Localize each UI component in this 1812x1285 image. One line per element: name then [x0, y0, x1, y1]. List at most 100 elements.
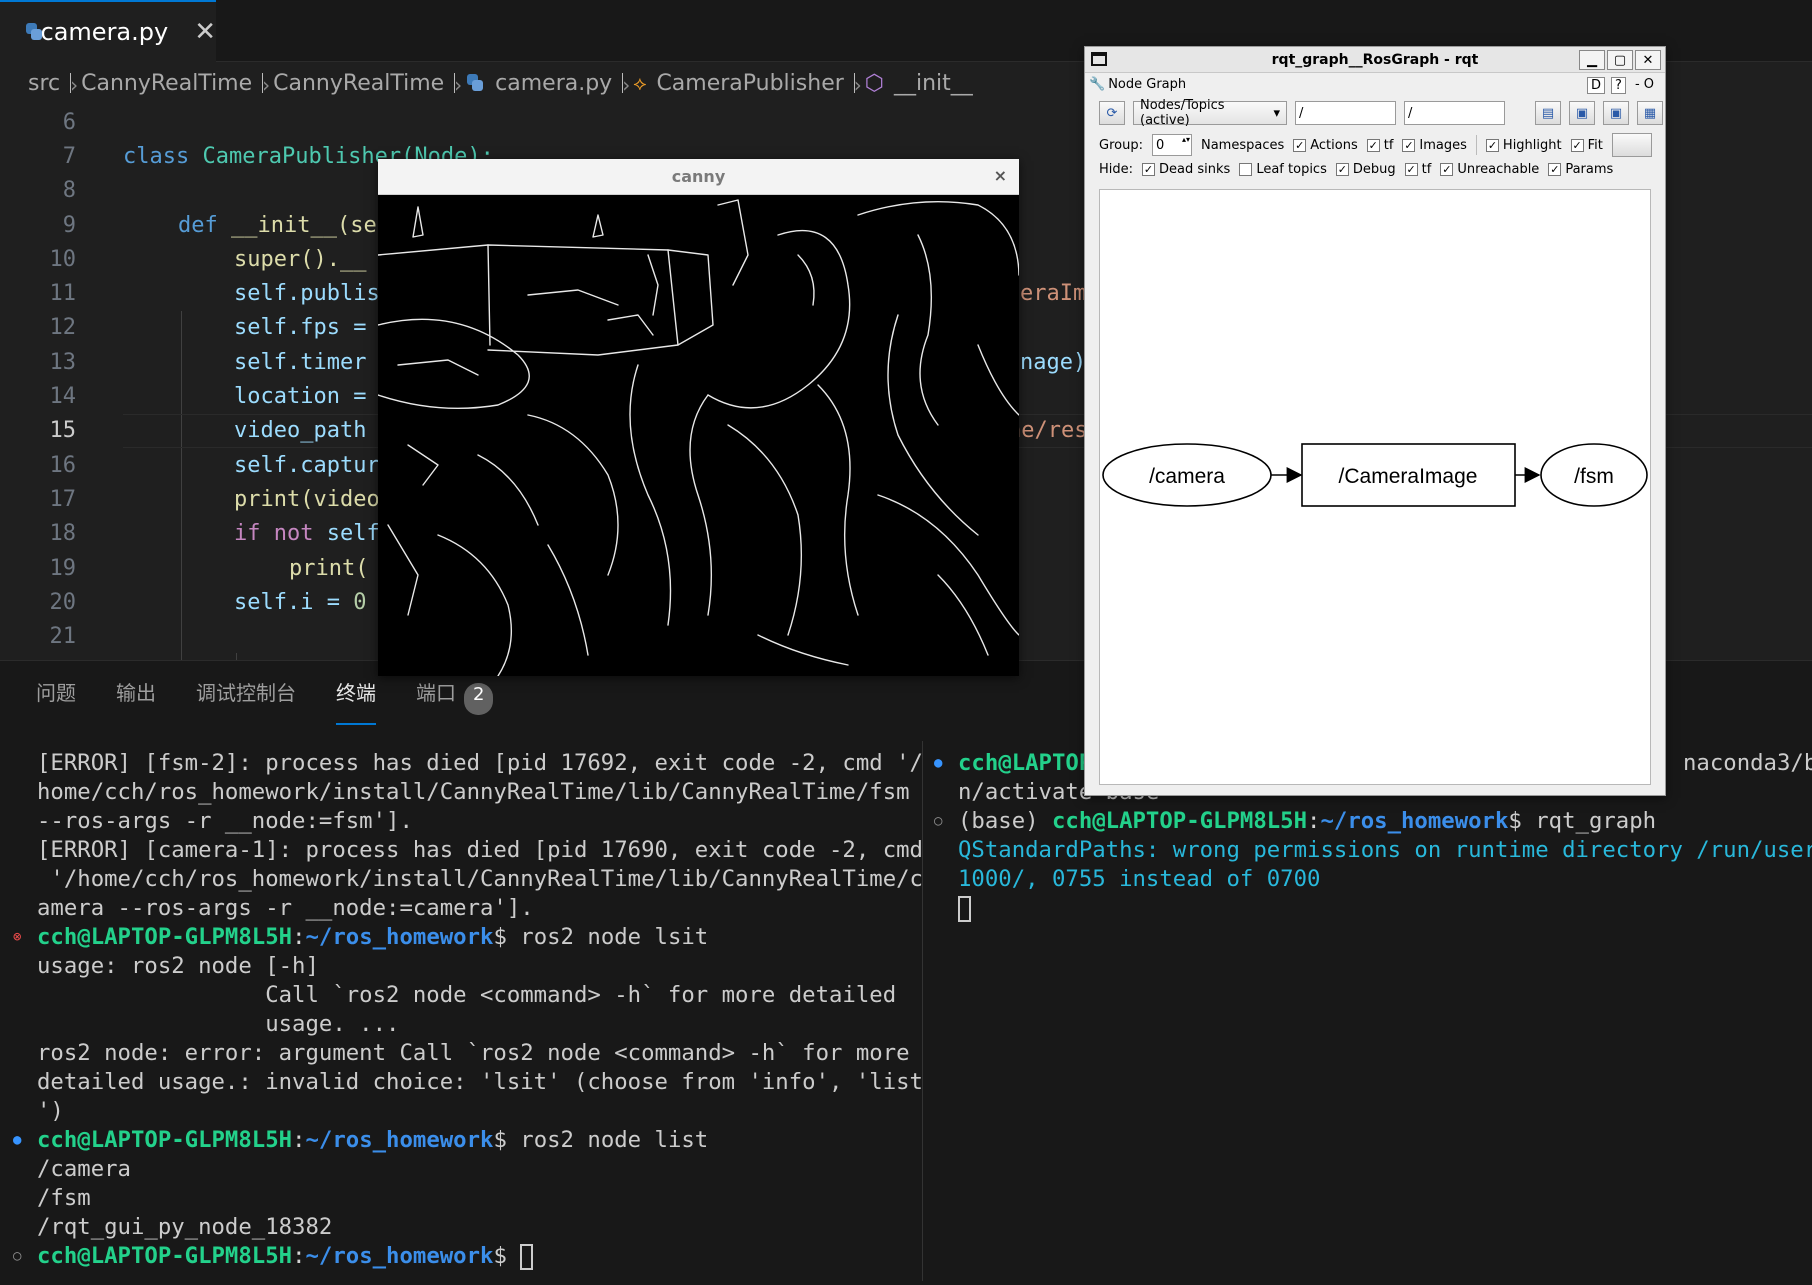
minimize-icon[interactable]: ▁	[1579, 50, 1605, 70]
terminal-line	[958, 894, 1812, 923]
terminal-line: '/home/cch/ros_homework/install/CannyRea…	[37, 866, 923, 892]
tab-label: camera.py	[40, 18, 169, 46]
close-icon[interactable]: ✕	[1635, 50, 1661, 70]
breadcrumb-item[interactable]: camera.py	[495, 71, 612, 96]
terminal-line: /camera	[37, 1156, 131, 1182]
tf-hide-checkbox[interactable]: ✓ tf	[1404, 162, 1431, 177]
terminal-line: ○ cch@LAPTOP-GLPM8L5H:~/ros_homework$	[13, 1242, 917, 1271]
method-symbol-icon: ⬡	[864, 70, 884, 96]
line-number: 6	[62, 109, 76, 135]
terminal-line: ● cch@LAPTOP-GLPM8L5H:~/ros_homework$ ros…	[13, 1127, 709, 1153]
save-dot-icon[interactable]: ▣	[1569, 101, 1595, 125]
graph-node-fsm[interactable]: /fsm	[1540, 443, 1648, 507]
line-number: 16	[49, 452, 77, 478]
graph-topic-cameraimage[interactable]: /CameraImage	[1301, 443, 1516, 507]
breadcrumb-item[interactable]: src	[28, 71, 60, 96]
tab-problems[interactable]: 问题	[36, 677, 76, 725]
dead-sinks-checkbox[interactable]: ✓ Dead sinks	[1142, 162, 1230, 177]
terminal-left[interactable]: [ERROR] [fsm-2]: process has died [pid 1…	[13, 749, 923, 1271]
plugin-header-buttons: D ? - O	[1587, 77, 1657, 94]
terminal-line: Call `ros2 node <command> -h` for more d…	[37, 982, 897, 1008]
tab-ports[interactable]: 端口 2	[416, 677, 494, 725]
line-number: 14	[49, 384, 77, 410]
breadcrumb-item[interactable]: CameraPublisher	[656, 71, 843, 96]
line-number: 11	[49, 281, 77, 307]
terminal-line: ⊗ cch@LAPTOP-GLPM8L5H:~/ros_homework$ ros…	[13, 924, 709, 950]
terminal-line: --ros-args -r __node:=fsm'].	[37, 808, 413, 834]
save-image-icon[interactable]: ▦	[1637, 101, 1663, 125]
graph-canvas[interactable]: /camera /CameraImage /fsm	[1099, 189, 1651, 785]
images-checkbox[interactable]: ✓ Images	[1402, 138, 1467, 153]
line-number: 12	[49, 315, 77, 341]
fit-checkbox[interactable]: ✓ Fit	[1570, 138, 1603, 153]
panel-tabs: 问题 输出 调试控制台 终端 端口 2	[36, 677, 494, 725]
terminal-line: home/cch/ros_homework/install/CannyRealT…	[37, 779, 910, 805]
node-label: /camera	[1149, 465, 1225, 488]
topic-filter-input[interactable]: /	[1404, 101, 1505, 125]
graph-node-camera[interactable]: /camera	[1102, 443, 1272, 507]
tab-terminal[interactable]: 终端	[336, 677, 376, 725]
node-filter-input[interactable]: /	[1295, 101, 1396, 125]
terminal-line: ros2 node: error: argument Call `ros2 no…	[37, 1040, 910, 1066]
plugin-header: 🔧 Node Graph	[1089, 77, 1186, 92]
terminal-line: ○ (base) cch@LAPTOP-GLPM8L5H:~/ros_homewo…	[934, 808, 1657, 834]
toolbar-separator	[1475, 135, 1477, 155]
maximize-icon[interactable]: ▢	[1607, 50, 1633, 70]
params-checkbox[interactable]: ✓ Params	[1548, 162, 1613, 177]
graph-type-select[interactable]: Nodes/Topics (active) ▾	[1133, 98, 1287, 128]
line-number: 17	[49, 486, 77, 512]
code-line: self.captur	[234, 452, 380, 478]
load-dot-icon[interactable]: ▤	[1535, 101, 1561, 125]
window-menu-icon[interactable]	[1091, 52, 1107, 66]
leaf-topics-checkbox[interactable]: Leaf topics	[1239, 162, 1327, 177]
line-number: 19	[49, 555, 77, 581]
actions-checkbox[interactable]: ✓ Actions	[1293, 138, 1358, 153]
topic-label: /CameraImage	[1339, 465, 1478, 488]
canny-window[interactable]: canny ×	[378, 159, 1019, 676]
terminal-warning: 1000/, 0755 instead of 0700	[958, 866, 1321, 892]
close-tab-icon[interactable]: ✕	[194, 17, 216, 47]
fit-view-button[interactable]	[1611, 133, 1652, 157]
refresh-icon[interactable]: ⟳	[1099, 101, 1125, 125]
terminal-line: detailed usage.: invalid choice: 'lsit' …	[37, 1069, 923, 1095]
breadcrumb-item[interactable]: CannyRealTime	[81, 71, 252, 96]
line-number: 7	[62, 143, 76, 169]
code-line: self.timer	[234, 349, 367, 375]
ports-count-badge: 2	[464, 683, 494, 715]
chevron-right-icon: ›	[70, 73, 79, 97]
unreachable-checkbox[interactable]: ✓ Unreachable	[1440, 162, 1539, 177]
rqt-titlebar[interactable]: rqt_graph__RosGraph - rqt ▁ ▢ ✕	[1085, 47, 1665, 73]
help-icon[interactable]: ?	[1611, 77, 1626, 94]
tf-checkbox[interactable]: ✓ tf	[1366, 138, 1393, 153]
close-icon[interactable]: ×	[994, 166, 1007, 185]
tab-output[interactable]: 输出	[116, 677, 156, 725]
success-dot-icon: ●	[934, 755, 943, 771]
terminal-split-divider[interactable]	[922, 741, 923, 1281]
chevron-down-icon: ▾	[1273, 105, 1280, 121]
dock-button[interactable]: D	[1587, 77, 1606, 94]
debug-checkbox[interactable]: ✓ Debug	[1335, 162, 1396, 177]
canny-titlebar[interactable]: canny ×	[378, 159, 1019, 195]
namespaces-option[interactable]: Namespaces	[1201, 138, 1284, 153]
rqt-window[interactable]: rqt_graph__RosGraph - rqt ▁ ▢ ✕ 🔧 Node G…	[1084, 46, 1666, 796]
highlight-checkbox[interactable]: ✓ Highlight	[1485, 138, 1562, 153]
code-line-overflow: nage)	[1020, 349, 1087, 375]
group-spinbox[interactable]: 0	[1151, 134, 1192, 156]
breadcrumb-item[interactable]: __init__	[894, 71, 973, 96]
minimize-close-buttons[interactable]: - O	[1632, 77, 1657, 94]
python-file-icon	[465, 73, 485, 93]
toolbar-row: ⟳ Nodes/Topics (active) ▾ / / ▤ ▣ ▣ ▦	[1099, 98, 1663, 128]
breadcrumb-item[interactable]: CannyRealTime	[273, 71, 444, 96]
idle-circle-icon: ○	[13, 1248, 22, 1264]
code-line: video_path	[234, 418, 367, 444]
canny-title: canny	[671, 167, 726, 186]
code-line: self.i = 0	[234, 589, 367, 615]
save-svg-icon[interactable]: ▣	[1603, 101, 1629, 125]
tab-debug-console[interactable]: 调试控制台	[196, 677, 296, 725]
code-line: self.fps =	[234, 315, 367, 341]
code-line: super().__	[234, 246, 367, 272]
tab-camera-py[interactable]: camera.py ✕	[0, 0, 216, 62]
window-controls: ▁ ▢ ✕	[1579, 50, 1661, 70]
line-number: 18	[49, 521, 77, 547]
idle-circle-icon: ○	[934, 813, 943, 829]
